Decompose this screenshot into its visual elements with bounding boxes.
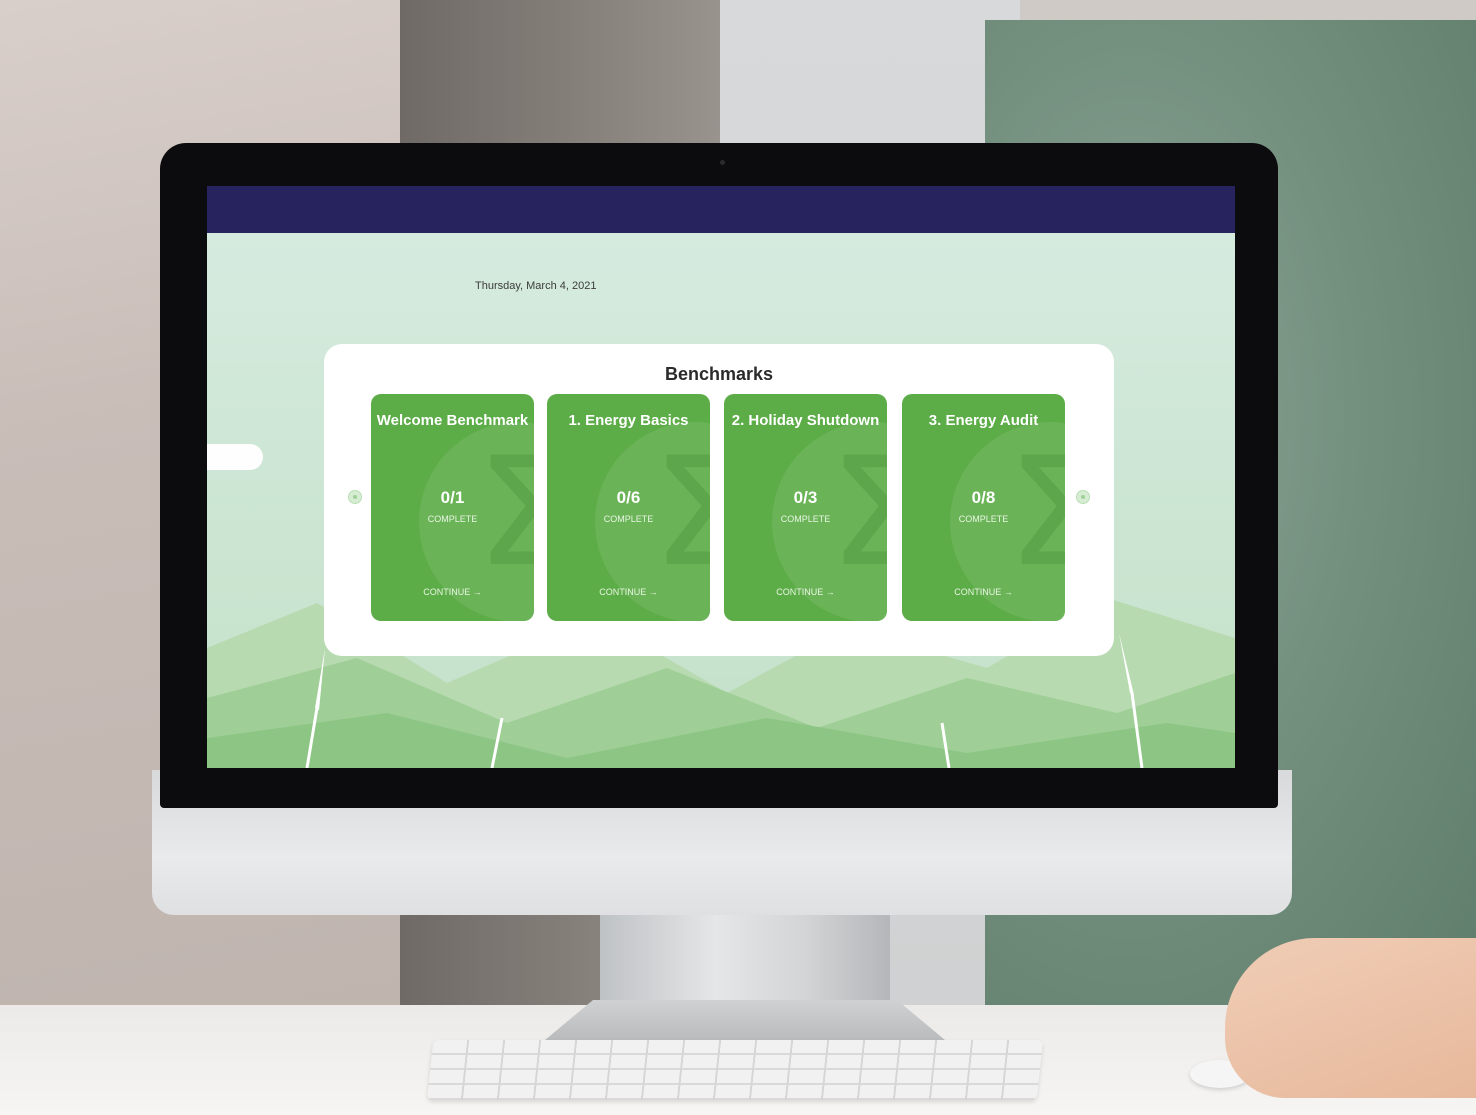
card-continue-link[interactable]: CONTINUE →: [724, 587, 887, 597]
card-progress: 0/8: [971, 488, 996, 507]
benchmark-card-energy-audit[interactable]: Σ 3. Energy Audit 0/8 COMPLETE CONTINUE …: [902, 394, 1065, 621]
webcam-icon: [720, 160, 725, 165]
hand: [1225, 938, 1476, 1098]
benchmark-cards: Σ Welcome Benchmark 0/1 COMPLETE CONTINU…: [371, 394, 1071, 624]
benchmark-card-energy-basics[interactable]: Σ 1. Energy Basics 0/6 COMPLETE CONTINUE…: [547, 394, 710, 621]
card-title: 3. Energy Audit: [928, 412, 1039, 429]
card-progress: 0/3: [793, 488, 818, 507]
carousel-prev-icon[interactable]: [348, 490, 362, 504]
carousel-next-icon[interactable]: [1076, 490, 1090, 504]
card-progress: 0/6: [616, 488, 641, 507]
current-date: Thursday, March 4, 2021: [475, 280, 597, 292]
card-title: 2. Holiday Shutdown: [731, 412, 880, 429]
card-status: COMPLETE: [427, 514, 478, 524]
card-background-sigma-icon: Σ: [652, 426, 710, 600]
keyboard: [426, 1040, 1044, 1100]
card-continue-link[interactable]: CONTINUE →: [902, 587, 1065, 597]
card-status: COMPLETE: [780, 514, 831, 524]
cloud-decoration: [207, 444, 263, 470]
card-continue-link[interactable]: CONTINUE →: [371, 587, 534, 597]
monitor-stand-base: [545, 1000, 945, 1040]
card-title: Welcome Benchmark: [376, 412, 529, 429]
monitor-stand: [600, 900, 890, 1010]
card-background-sigma-icon: Σ: [476, 426, 534, 600]
benchmark-card-welcome[interactable]: Σ Welcome Benchmark 0/1 COMPLETE CONTINU…: [371, 394, 534, 621]
benchmarks-panel: Benchmarks Σ Welcome Benchmark 0/1 COMPL…: [324, 344, 1114, 656]
card-title: 1. Energy Basics: [568, 412, 689, 429]
card-status: COMPLETE: [603, 514, 654, 524]
card-continue-link[interactable]: CONTINUE →: [547, 587, 710, 597]
benchmarks-title: Benchmarks: [664, 364, 774, 384]
card-background-sigma-icon: Σ: [829, 426, 887, 600]
card-background-sigma-icon: Σ: [1007, 426, 1065, 600]
app-screen: Thursday, March 4, 2021 Benchmarks Σ Wel…: [207, 186, 1235, 768]
benchmark-card-holiday-shutdown[interactable]: Σ 2. Holiday Shutdown 0/3 COMPLETE CONTI…: [724, 394, 887, 621]
card-progress: 0/1: [440, 488, 465, 507]
card-status: COMPLETE: [958, 514, 1009, 524]
top-nav-bar: [207, 186, 1235, 233]
